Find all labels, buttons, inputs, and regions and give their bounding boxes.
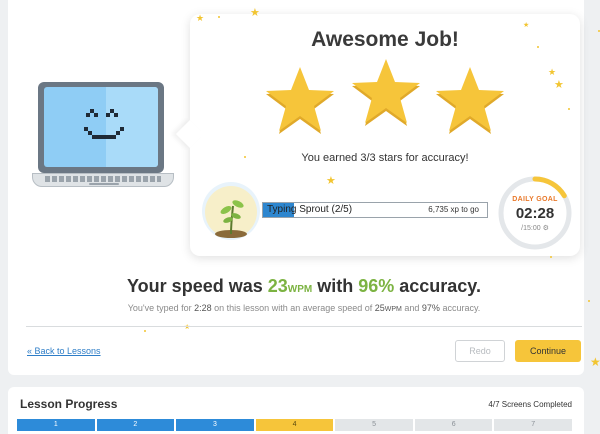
daily-goal-timer: DAILY GOAL 02:28 /15:00 ⚙: [498, 176, 572, 250]
confetti-star-icon: ★: [250, 7, 260, 19]
smiley-face-icon: [84, 109, 124, 139]
screen-segment-2[interactable]: 2: [96, 419, 175, 431]
screen-segment-3[interactable]: 3: [176, 419, 254, 431]
speed-summary-heading: Your speed was 23WPM with 96% accuracy.: [127, 276, 481, 296]
lesson-result-panel: Awesome Job! You earned 3/3 stars for ac…: [8, 0, 600, 375]
confetti-star-icon: ★: [590, 355, 600, 369]
screen-segment-6[interactable]: 6: [414, 419, 493, 431]
daily-goal-target: /15:00 ⚙: [521, 225, 549, 232]
gear-icon: ⚙: [542, 225, 549, 232]
redo-button[interactable]: Redo: [455, 340, 505, 362]
result-card: Awesome Job! You earned 3/3 stars for ac…: [175, 14, 580, 256]
lesson-progress-title: Lesson Progress: [20, 397, 118, 411]
screen-segment-5[interactable]: 5: [335, 419, 413, 431]
star-icon: [352, 59, 420, 126]
result-title: Awesome Job!: [311, 28, 459, 51]
level-label: Typing Sprout (2/5): [267, 204, 353, 215]
accuracy-value: 96%: [358, 276, 395, 296]
lesson-detail-text: You've typed for 2:28 on this lesson wit…: [127, 303, 481, 313]
continue-button[interactable]: Continue: [515, 340, 581, 362]
laptop-mascot-illustration: [32, 82, 174, 194]
stars-message: You earned 3/3 stars for accuracy!: [301, 152, 469, 164]
sprout-badge-icon: [202, 182, 260, 240]
lesson-progress-panel: Lesson Progress 4/7 Screens Completed 12…: [8, 387, 584, 434]
screens-progress-row: 1234567: [17, 419, 573, 431]
confetti-star-icon: ★: [326, 175, 336, 187]
stars-rating: [264, 59, 514, 134]
screens-completed-count: 4/7 Screens Completed: [488, 400, 572, 409]
divider: [26, 326, 582, 327]
confetti-star-icon: ★: [196, 13, 205, 23]
back-to-lessons-link[interactable]: « Back to Lessons: [27, 346, 101, 356]
screen-segment-4[interactable]: 4: [255, 419, 334, 431]
star-icon: [436, 67, 504, 134]
confetti-star-icon: ★: [523, 22, 530, 29]
screen-segment-7[interactable]: 7: [494, 419, 573, 431]
level-progress-bar: Typing Sprout (2/5) 6,735 xp to go: [262, 202, 488, 218]
screen-segment-1[interactable]: 1: [17, 419, 95, 431]
daily-goal-label: DAILY GOAL: [512, 196, 558, 203]
xp-to-go: 6,735 xp to go: [428, 205, 479, 214]
confetti-star-icon: ★: [554, 79, 564, 91]
confetti-star-icon: ★: [548, 67, 557, 77]
wpm-value: 23: [267, 276, 288, 296]
star-icon: [266, 67, 334, 134]
daily-goal-time: 02:28: [515, 205, 555, 222]
